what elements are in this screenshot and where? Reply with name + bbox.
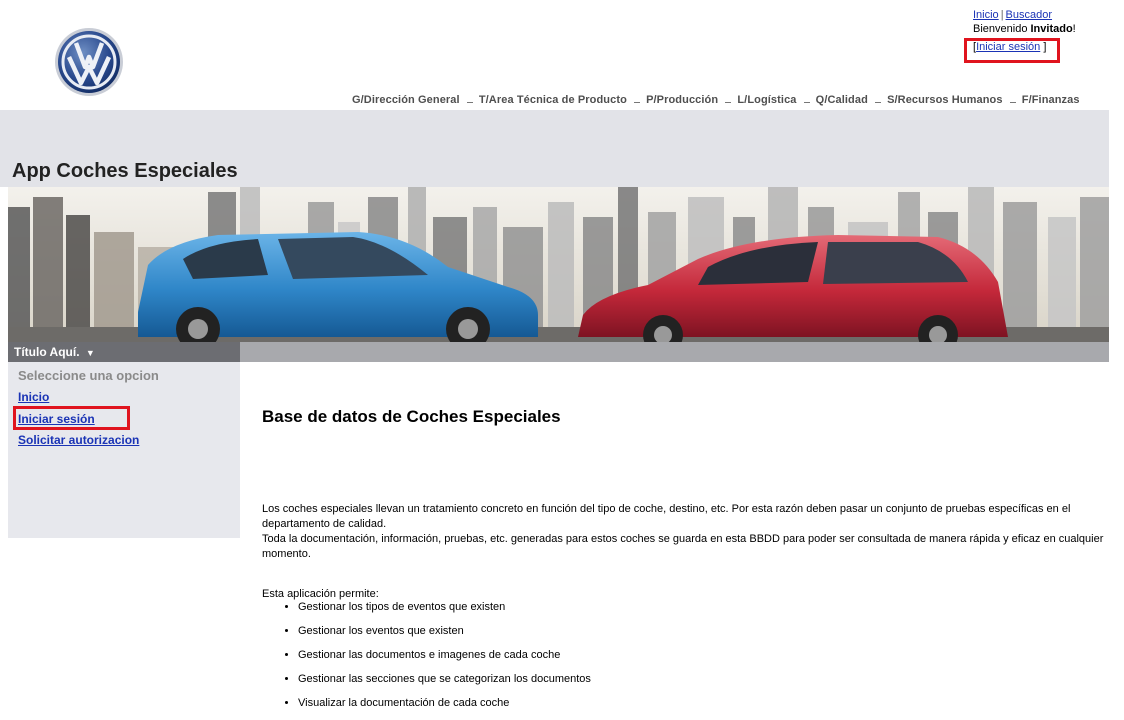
welcome-prefix: Bienvenido	[973, 23, 1031, 35]
top-link-buscador[interactable]: Buscador	[1006, 9, 1052, 21]
top-login-highlight	[964, 38, 1060, 63]
user-area: Inicio | Buscador Bienvenido Invitado!	[973, 8, 1076, 36]
menu-item-calidad[interactable]: Q/Calidad	[816, 94, 868, 106]
sidebar-hint: Seleccione una opcion	[18, 368, 159, 383]
sidebar	[8, 362, 240, 538]
features-intro: Esta aplicación permite:	[262, 588, 379, 600]
description-paragraph-2: Toda la documentación, información, prue…	[262, 533, 1104, 560]
header-band-edge	[1109, 110, 1124, 363]
menu-divider	[803, 94, 810, 103]
description: Los coches especiales llevan un tratamie…	[262, 502, 1124, 562]
sidebar-login-highlight	[13, 406, 130, 430]
welcome-text: Bienvenido Invitado!	[973, 22, 1076, 36]
menu-item-produccion[interactable]: P/Producción	[646, 94, 718, 106]
feature-item: Visualizar la documentación de cada coch…	[298, 696, 591, 720]
menu-item-direccion[interactable]: G/Dirección General	[352, 94, 460, 106]
menu-item-finanzas[interactable]: F/Finanzas	[1022, 94, 1080, 106]
sidebar-item-solicitar-autorizacion[interactable]: Solicitar autorizacion	[18, 433, 139, 447]
banner-image	[8, 187, 1109, 342]
top-link-inicio[interactable]: Inicio	[973, 9, 999, 21]
page-title: Base de datos de Coches Especiales	[262, 407, 561, 426]
feature-item: Gestionar las secciones que se categoriz…	[298, 672, 591, 696]
top-links: Inicio | Buscador	[973, 8, 1076, 22]
menu-divider	[633, 94, 640, 103]
menu-item-area-tecnica[interactable]: T/Area Técnica de Producto	[479, 94, 627, 106]
feature-item: Gestionar los tipos de eventos que exist…	[298, 600, 591, 624]
feature-item: Gestionar las documentos e imagenes de c…	[298, 648, 591, 672]
description-paragraph-1: Los coches especiales llevan un tratamie…	[262, 503, 1071, 530]
menu-divider	[1009, 94, 1016, 103]
menu-divider	[466, 94, 473, 103]
menu-divider	[725, 94, 732, 103]
chevron-down-icon: ▼	[85, 348, 95, 358]
menu-item-logistica[interactable]: L/Logística	[737, 94, 796, 106]
subnav-strip	[240, 342, 1109, 362]
vw-logo	[55, 28, 123, 96]
top-links-separator: |	[1000, 9, 1004, 21]
welcome-suffix: !	[1072, 23, 1076, 35]
section-title-bar[interactable]: Título Aquí. ▼	[8, 342, 240, 362]
menu-item-recursos-humanos[interactable]: S/Recursos Humanos	[887, 94, 1003, 106]
top-menu: G/Dirección General T/Area Técnica de Pr…	[352, 94, 1084, 106]
welcome-user: Invitado	[1030, 23, 1073, 35]
feature-item: Gestionar los eventos que existen	[298, 624, 591, 648]
menu-divider	[874, 94, 881, 103]
app-title: App Coches Especiales	[12, 160, 238, 182]
sidebar-item-inicio[interactable]: Inicio	[18, 390, 49, 404]
section-title: Título Aquí.	[14, 345, 80, 359]
feature-list: Gestionar los tipos de eventos que exist…	[274, 600, 591, 720]
